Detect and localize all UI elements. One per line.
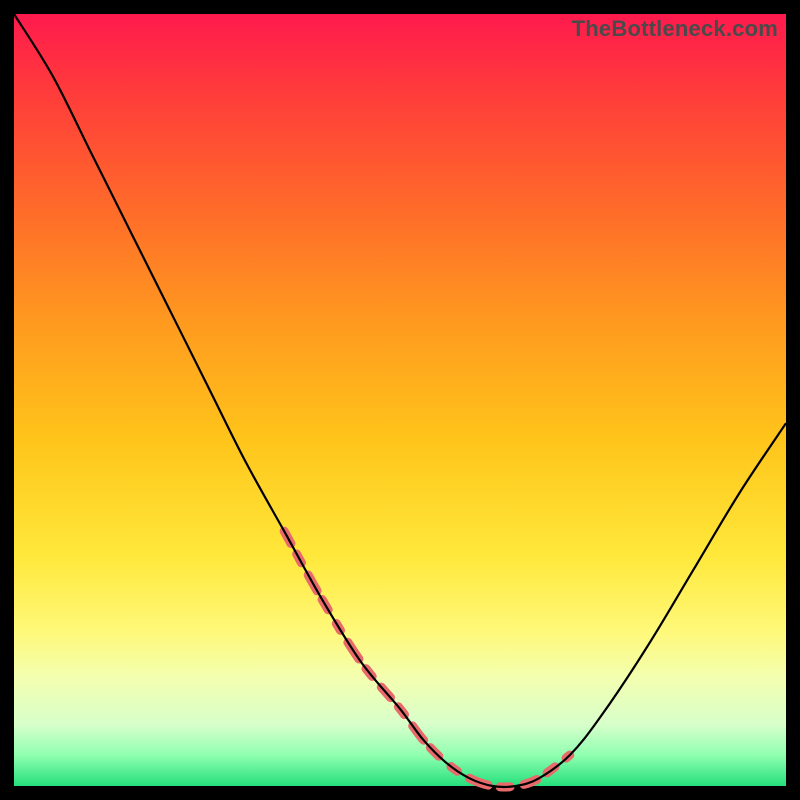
- bottleneck-curve: [14, 14, 786, 787]
- highlight-dashes: [284, 531, 570, 787]
- bottleneck-curve-svg: [14, 14, 786, 786]
- chart-frame: TheBottleneck.com: [0, 0, 800, 800]
- plot-area: TheBottleneck.com: [14, 14, 786, 786]
